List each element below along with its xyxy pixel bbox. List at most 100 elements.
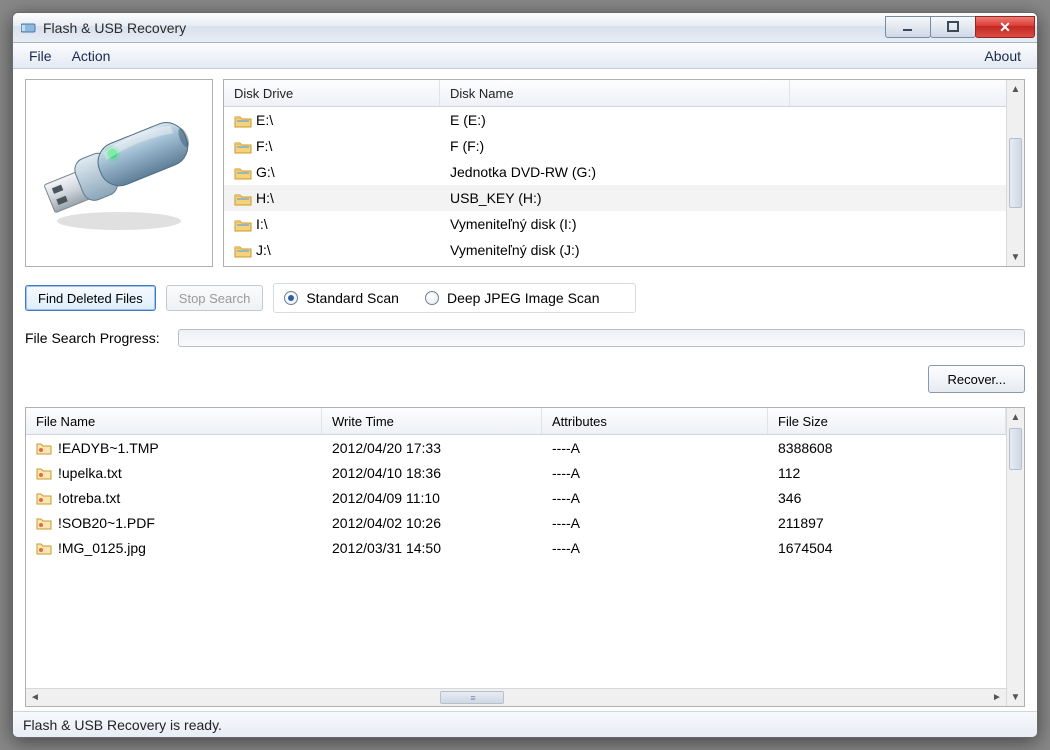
- drive-name: Vymeniteľný disk (I:): [450, 216, 577, 232]
- usb-image: [25, 79, 213, 267]
- file-size: 1674504: [778, 540, 833, 556]
- column-file-name[interactable]: File Name: [26, 408, 322, 434]
- file-row[interactable]: !upelka.txt2012/04/10 18:36----A112: [26, 460, 1006, 485]
- drive-letter: I:\: [256, 216, 268, 232]
- scroll-thumb[interactable]: [1009, 138, 1022, 208]
- menubar: File Action About: [13, 43, 1037, 69]
- drive-row[interactable]: E:\ E (E:): [224, 107, 1006, 133]
- folder-icon: [234, 140, 250, 152]
- folder-icon: [234, 218, 250, 230]
- write-time: 2012/04/09 11:10: [332, 490, 440, 506]
- write-time: 2012/04/10 18:36: [332, 465, 441, 481]
- radio-standard-scan[interactable]: Standard Scan: [284, 290, 399, 306]
- write-time: 2012/04/20 17:33: [332, 440, 441, 456]
- drive-row[interactable]: H:\ USB_KEY (H:): [224, 185, 1006, 211]
- window-controls: ✕: [886, 17, 1035, 38]
- status-bar: Flash & USB Recovery is ready.: [13, 711, 1037, 737]
- drive-letter: J:\: [256, 242, 271, 258]
- scroll-down-icon[interactable]: ▼: [1007, 688, 1024, 706]
- folder-icon: [234, 244, 250, 256]
- file-row-partial: [26, 560, 1006, 574]
- scan-mode-group: Standard Scan Deep JPEG Image Scan: [273, 283, 636, 313]
- files-horizontal-scrollbar[interactable]: ◄ ►: [26, 688, 1006, 706]
- client-area: Disk Drive Disk Name E:\E (E:)F:\F (F:)G…: [13, 69, 1037, 711]
- radio-deep-scan[interactable]: Deep JPEG Image Scan: [425, 290, 600, 306]
- drive-list-header: Disk Drive Disk Name: [224, 80, 1006, 107]
- find-deleted-files-button[interactable]: Find Deleted Files: [25, 285, 156, 311]
- maximize-button[interactable]: [930, 16, 976, 38]
- drive-letter: H:\: [256, 190, 274, 206]
- column-extra[interactable]: [790, 80, 1006, 106]
- app-icon: [21, 22, 37, 34]
- column-disk-name[interactable]: Disk Name: [440, 80, 790, 106]
- write-time: 2012/03/31 14:50: [332, 540, 441, 556]
- stop-search-button: Stop Search: [166, 285, 264, 311]
- folder-icon: [234, 166, 250, 178]
- window: Flash & USB Recovery ✕ File Action About: [12, 12, 1038, 738]
- write-time: 2012/04/02 10:26: [332, 515, 441, 531]
- file-row[interactable]: !EADYB~1.TMP 2012/04/20 17:33 ----A 8388608: [26, 435, 1006, 460]
- drive-letter: F:\: [256, 138, 272, 154]
- drive-row[interactable]: I:\ Vymeniteľný disk (I:): [224, 211, 1006, 237]
- scroll-up-icon[interactable]: ▲: [1007, 408, 1024, 426]
- window-title: Flash & USB Recovery: [43, 20, 886, 36]
- file-name: !otreba.txt: [58, 490, 120, 506]
- recover-button[interactable]: Recover...: [928, 365, 1025, 393]
- scroll-thumb[interactable]: [1009, 428, 1022, 470]
- file-size: 112: [778, 465, 800, 481]
- folder-icon: [234, 192, 250, 204]
- radio-dot-icon: [425, 291, 439, 305]
- menu-action[interactable]: Action: [62, 46, 121, 66]
- radio-dot-icon: [284, 291, 298, 305]
- file-row[interactable]: !SOB20~1.PDF2012/04/02 10:26----A211897: [26, 510, 1006, 535]
- scroll-down-icon[interactable]: ▼: [1007, 248, 1024, 266]
- attributes: ----A: [552, 490, 580, 506]
- status-text: Flash & USB Recovery is ready.: [23, 717, 222, 733]
- hscroll-thumb[interactable]: [440, 691, 504, 704]
- drive-list: Disk Drive Disk Name E:\E (E:)F:\F (F:)G…: [223, 79, 1025, 267]
- file-icon: [36, 466, 52, 480]
- drive-row[interactable]: F:\F (F:): [224, 133, 1006, 159]
- drive-letter: E:\: [256, 112, 273, 128]
- minimize-button[interactable]: [885, 16, 931, 38]
- file-icon: [36, 541, 52, 555]
- drive-list-scrollbar[interactable]: ▲ ▼: [1006, 80, 1024, 266]
- column-attributes[interactable]: Attributes: [542, 408, 768, 434]
- file-name: !upelka.txt: [58, 465, 122, 481]
- radio-standard-label: Standard Scan: [306, 290, 399, 306]
- column-write-time[interactable]: Write Time: [322, 408, 542, 434]
- scroll-left-icon[interactable]: ◄: [26, 692, 44, 703]
- menu-about[interactable]: About: [974, 46, 1031, 66]
- close-button[interactable]: ✕: [975, 16, 1035, 38]
- drive-letter: G:\: [256, 164, 275, 180]
- radio-deep-label: Deep JPEG Image Scan: [447, 290, 600, 306]
- drive-name: E (E:): [450, 112, 486, 128]
- file-icon: [36, 516, 52, 530]
- column-file-size[interactable]: File Size: [768, 408, 1006, 434]
- column-disk-drive[interactable]: Disk Drive: [224, 80, 440, 106]
- progress-label: File Search Progress:: [25, 330, 160, 346]
- files-list-header: File Name Write Time Attributes File Siz…: [26, 408, 1006, 435]
- file-row[interactable]: !otreba.txt 2012/04/09 11:10 ----A 346: [26, 485, 1006, 510]
- file-name: !EADYB~1.TMP: [58, 440, 159, 456]
- file-size: 346: [778, 490, 801, 506]
- drive-name: USB_KEY (H:): [450, 190, 542, 206]
- file-name: !MG_0125.jpg: [58, 540, 146, 556]
- scroll-right-icon[interactable]: ►: [988, 692, 1006, 703]
- file-row[interactable]: !MG_0125.jpg 2012/03/31 14:50 ----A 1674504: [26, 535, 1006, 560]
- drive-name: Jednotka DVD-RW (G:): [450, 164, 596, 180]
- attributes: ----A: [552, 440, 580, 456]
- menu-file[interactable]: File: [19, 46, 62, 66]
- progress-bar: [178, 329, 1025, 347]
- titlebar[interactable]: Flash & USB Recovery ✕: [13, 13, 1037, 43]
- drive-row[interactable]: G:\ Jednotka DVD-RW (G:): [224, 159, 1006, 185]
- drive-row[interactable]: J:\ Vymeniteľný disk (J:): [224, 237, 1006, 263]
- scroll-up-icon[interactable]: ▲: [1007, 80, 1024, 98]
- files-list: File Name Write Time Attributes File Siz…: [25, 407, 1025, 707]
- attributes: ----A: [552, 540, 580, 556]
- drive-name: Vymeniteľný disk (J:): [450, 242, 580, 258]
- files-vertical-scrollbar[interactable]: ▲ ▼: [1006, 408, 1024, 706]
- file-size: 8388608: [778, 440, 833, 456]
- attributes: ----A: [552, 515, 580, 531]
- file-name: !SOB20~1.PDF: [58, 515, 155, 531]
